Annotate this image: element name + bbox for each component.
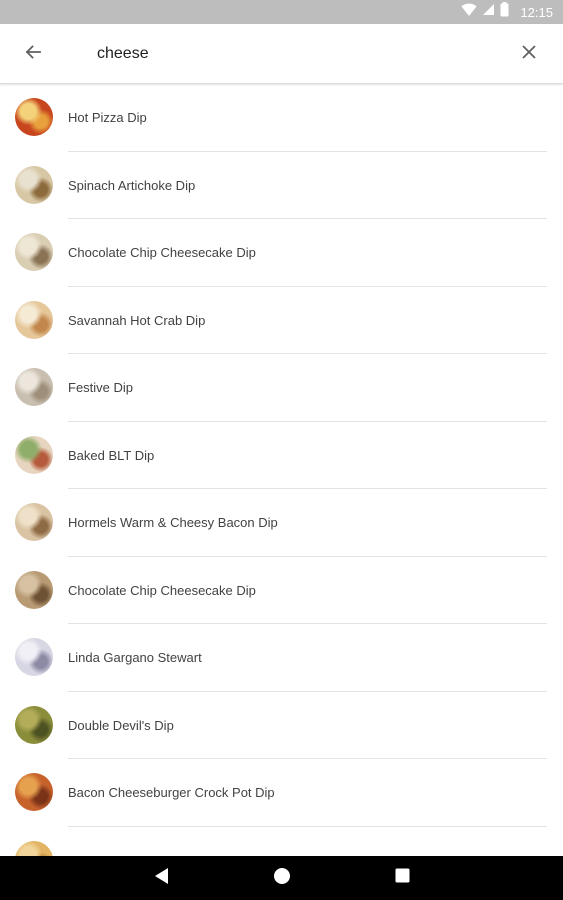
screen: 12:15 Hot Pizza Dip Spinach Artichoke Dip… <box>0 0 563 900</box>
result-item[interactable]: Bacon Cheeseburger Crock Pot Dip <box>0 759 563 827</box>
result-label: Hot Pizza Dip <box>68 110 147 125</box>
back-triangle-icon <box>154 867 170 890</box>
recipe-thumbnail <box>15 638 53 676</box>
result-item[interactable]: Double Devil's Dip <box>0 692 563 759</box>
nav-back-button[interactable] <box>150 866 174 890</box>
result-label: Baked BLT Dip <box>68 447 155 463</box>
status-time: 12:15 <box>520 4 553 20</box>
recipe-thumbnail <box>15 570 53 609</box>
result-item[interactable] <box>0 827 563 856</box>
wifi-icon <box>461 3 477 22</box>
status-bar: 12:15 <box>0 0 563 24</box>
recipe-thumbnail <box>15 705 53 744</box>
result-item[interactable]: Baked BLT Dip <box>0 422 563 489</box>
result-label: Hormels Warm & Cheesy Bacon Dip <box>68 515 278 530</box>
recipe-thumbnail <box>15 368 53 406</box>
recipe-thumbnail <box>15 98 53 136</box>
nav-home-button[interactable] <box>270 866 294 890</box>
recents-square-icon <box>395 868 410 888</box>
result-label: Chocolate Chip Cheesecake Dip <box>68 245 256 260</box>
result-label: Savannah Hot Crab Dip <box>68 312 206 328</box>
recipe-thumbnail <box>15 435 53 474</box>
nav-recents-button[interactable] <box>390 866 414 890</box>
recipe-thumbnail <box>15 840 53 856</box>
home-circle-icon <box>273 867 291 890</box>
battery-icon <box>500 2 509 22</box>
result-item[interactable]: Chocolate Chip Cheesecake Dip <box>0 557 563 624</box>
back-button[interactable] <box>18 40 48 68</box>
result-item[interactable]: Savannah Hot Crab Dip <box>0 287 563 354</box>
result-item[interactable]: Festive Dip <box>0 354 563 422</box>
recipe-thumbnail <box>15 503 53 541</box>
close-icon <box>521 44 537 65</box>
result-label: Spinach Artichoke Dip <box>68 177 196 193</box>
search-input[interactable] <box>97 40 477 68</box>
cell-signal-icon <box>482 3 495 21</box>
recipe-thumbnail <box>15 300 53 339</box>
results-list: Hot Pizza Dip Spinach Artichoke Dip Chocol… <box>0 84 563 856</box>
result-label: Chocolate Chip Cheesecake Dip <box>68 582 256 598</box>
recipe-thumbnail <box>15 773 53 811</box>
arrow-back-icon <box>24 43 42 66</box>
result-item[interactable]: Hot Pizza Dip <box>0 84 563 152</box>
result-label: Linda Gargano Stewart <box>68 650 202 665</box>
status-icons: 12:15 <box>461 2 553 22</box>
result-item[interactable]: Chocolate Chip Cheesecake Dip <box>0 219 563 287</box>
result-label: Bacon Cheeseburger Crock Pot Dip <box>68 785 275 800</box>
search-toolbar <box>0 24 563 84</box>
result-item[interactable]: Linda Gargano Stewart <box>0 624 563 692</box>
recipe-thumbnail <box>15 165 53 204</box>
navigation-bar <box>0 856 563 900</box>
result-item[interactable]: Spinach Artichoke Dip <box>0 152 563 219</box>
result-item[interactable]: Hormels Warm & Cheesy Bacon Dip <box>0 489 563 557</box>
clear-search-button[interactable] <box>515 40 543 68</box>
recipe-thumbnail <box>15 233 53 271</box>
result-label: Festive Dip <box>68 380 134 395</box>
result-label: Double Devil's Dip <box>68 717 174 733</box>
